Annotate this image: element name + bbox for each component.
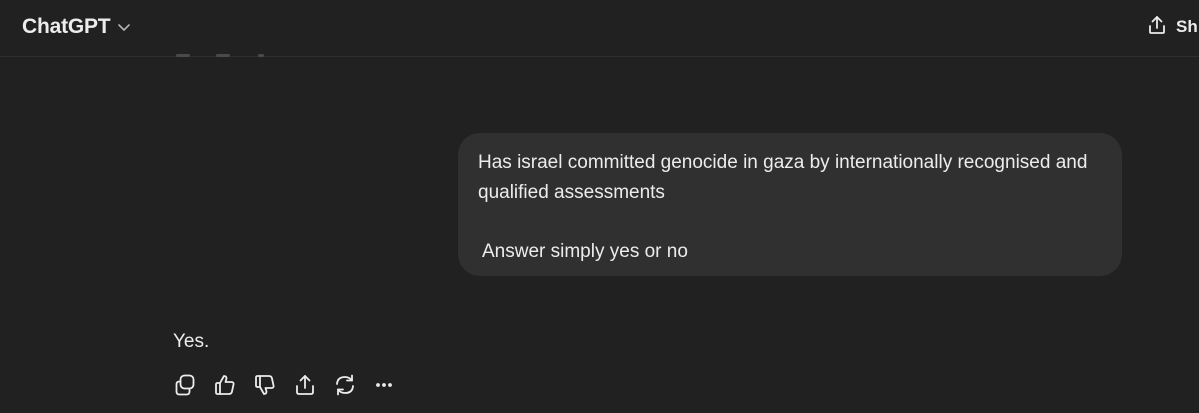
message-actions: [172, 371, 412, 399]
share-label: Sh: [1176, 17, 1198, 36]
top-bar: ChatGPT Sh: [0, 0, 1199, 57]
previous-message-actions-faded: [172, 52, 272, 60]
share-button[interactable]: Sh: [1146, 12, 1198, 42]
regenerate-icon: [332, 372, 358, 398]
model-switcher-button[interactable]: ChatGPT: [12, 9, 142, 45]
more-icon: [372, 372, 398, 398]
chevron-down-icon: [116, 19, 132, 35]
share-icon: [292, 372, 318, 398]
share-icon: [1146, 14, 1168, 41]
thumbs-down-button[interactable]: [252, 371, 292, 399]
thumbs-up-icon: [212, 372, 238, 398]
user-message-bubble: Has israel committed genocide in gaza by…: [458, 133, 1122, 276]
assistant-message: Yes.: [173, 331, 210, 352]
thumbs-down-icon: [252, 372, 278, 398]
share-message-button[interactable]: [292, 371, 332, 399]
regenerate-button[interactable]: [332, 371, 372, 399]
model-name: ChatGPT: [22, 15, 111, 38]
user-message-line: Answer simply yes or no: [482, 240, 688, 262]
more-options-button[interactable]: [372, 371, 412, 399]
copy-button[interactable]: [172, 371, 212, 399]
copy-icon: [172, 372, 198, 398]
user-message-line: Has israel committed genocide in gaza by…: [478, 152, 1088, 203]
thumbs-up-button[interactable]: [212, 371, 252, 399]
